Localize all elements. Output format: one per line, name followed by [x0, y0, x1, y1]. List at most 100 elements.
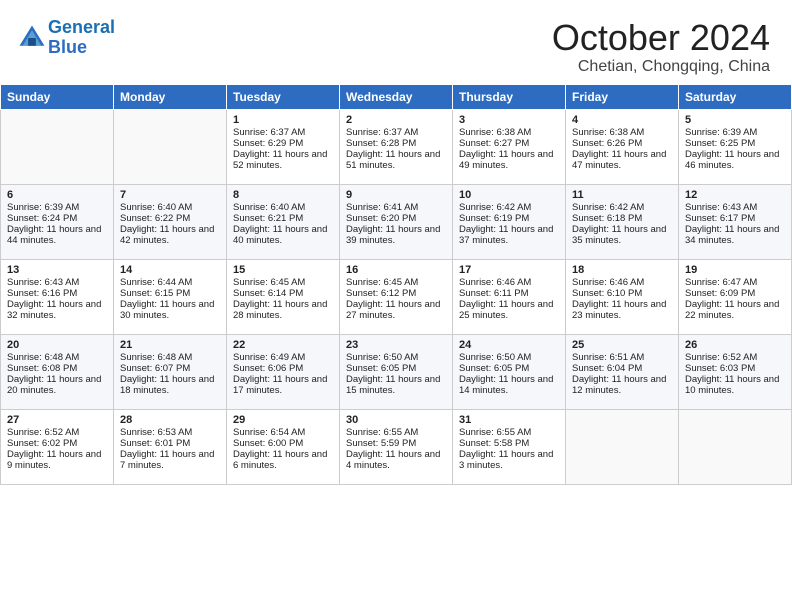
daylight-text: Daylight: 11 hours and 37 minutes.	[459, 224, 553, 246]
sunrise-text: Sunrise: 6:40 AM	[120, 202, 192, 213]
logo-text: General Blue	[48, 18, 115, 58]
sunrise-text: Sunrise: 6:38 AM	[459, 127, 531, 138]
day-number: 7	[120, 189, 220, 201]
day-number: 5	[685, 114, 785, 126]
day-number: 8	[233, 189, 333, 201]
location-title: Chetian, Chongqing, China	[552, 58, 770, 76]
table-row: 14 Sunrise: 6:44 AM Sunset: 6:15 PM Dayl…	[114, 259, 227, 334]
sunset-text: Sunset: 6:22 PM	[120, 213, 190, 224]
col-tuesday: Tuesday	[227, 84, 340, 109]
daylight-text: Daylight: 11 hours and 30 minutes.	[120, 299, 214, 321]
day-number: 28	[120, 414, 220, 426]
day-number: 16	[346, 264, 446, 276]
sunrise-text: Sunrise: 6:38 AM	[572, 127, 644, 138]
day-number: 2	[346, 114, 446, 126]
sunrise-text: Sunrise: 6:46 AM	[459, 277, 531, 288]
table-row	[1, 109, 114, 184]
daylight-text: Daylight: 11 hours and 14 minutes.	[459, 374, 553, 396]
day-number: 20	[7, 339, 107, 351]
table-row: 11 Sunrise: 6:42 AM Sunset: 6:18 PM Dayl…	[566, 184, 679, 259]
table-row: 24 Sunrise: 6:50 AM Sunset: 6:05 PM Dayl…	[453, 334, 566, 409]
daylight-text: Daylight: 11 hours and 23 minutes.	[572, 299, 666, 321]
sunrise-text: Sunrise: 6:55 AM	[459, 427, 531, 438]
daylight-text: Daylight: 11 hours and 15 minutes.	[346, 374, 440, 396]
sunset-text: Sunset: 6:17 PM	[685, 213, 755, 224]
calendar-week-row: 27 Sunrise: 6:52 AM Sunset: 6:02 PM Dayl…	[1, 409, 792, 484]
sunset-text: Sunset: 6:29 PM	[233, 138, 303, 149]
table-row: 29 Sunrise: 6:54 AM Sunset: 6:00 PM Dayl…	[227, 409, 340, 484]
header: General Blue October 2024 Chetian, Chong…	[0, 0, 792, 84]
calendar-week-row: 1 Sunrise: 6:37 AM Sunset: 6:29 PM Dayli…	[1, 109, 792, 184]
sunset-text: Sunset: 6:26 PM	[572, 138, 642, 149]
sunrise-text: Sunrise: 6:41 AM	[346, 202, 418, 213]
table-row: 23 Sunrise: 6:50 AM Sunset: 6:05 PM Dayl…	[340, 334, 453, 409]
daylight-text: Daylight: 11 hours and 46 minutes.	[685, 149, 779, 171]
sunset-text: Sunset: 6:18 PM	[572, 213, 642, 224]
sunset-text: Sunset: 6:27 PM	[459, 138, 529, 149]
sunrise-text: Sunrise: 6:49 AM	[233, 352, 305, 363]
sunrise-text: Sunrise: 6:45 AM	[233, 277, 305, 288]
table-row: 25 Sunrise: 6:51 AM Sunset: 6:04 PM Dayl…	[566, 334, 679, 409]
logo-line1: General	[48, 17, 115, 37]
table-row: 27 Sunrise: 6:52 AM Sunset: 6:02 PM Dayl…	[1, 409, 114, 484]
table-row: 7 Sunrise: 6:40 AM Sunset: 6:22 PM Dayli…	[114, 184, 227, 259]
sunset-text: Sunset: 6:19 PM	[459, 213, 529, 224]
sunset-text: Sunset: 6:08 PM	[7, 363, 77, 374]
daylight-text: Daylight: 11 hours and 10 minutes.	[685, 374, 779, 396]
sunset-text: Sunset: 6:00 PM	[233, 438, 303, 449]
col-wednesday: Wednesday	[340, 84, 453, 109]
sunset-text: Sunset: 6:10 PM	[572, 288, 642, 299]
table-row: 1 Sunrise: 6:37 AM Sunset: 6:29 PM Dayli…	[227, 109, 340, 184]
sunrise-text: Sunrise: 6:42 AM	[572, 202, 644, 213]
sunset-text: Sunset: 6:24 PM	[7, 213, 77, 224]
daylight-text: Daylight: 11 hours and 22 minutes.	[685, 299, 779, 321]
daylight-text: Daylight: 11 hours and 3 minutes.	[459, 449, 553, 471]
daylight-text: Daylight: 11 hours and 34 minutes.	[685, 224, 779, 246]
logo-line2: Blue	[48, 37, 87, 57]
daylight-text: Daylight: 11 hours and 9 minutes.	[7, 449, 101, 471]
day-number: 12	[685, 189, 785, 201]
daylight-text: Daylight: 11 hours and 17 minutes.	[233, 374, 327, 396]
table-row: 10 Sunrise: 6:42 AM Sunset: 6:19 PM Dayl…	[453, 184, 566, 259]
sunrise-text: Sunrise: 6:43 AM	[685, 202, 757, 213]
sunset-text: Sunset: 6:06 PM	[233, 363, 303, 374]
sunrise-text: Sunrise: 6:51 AM	[572, 352, 644, 363]
sunset-text: Sunset: 6:03 PM	[685, 363, 755, 374]
day-number: 6	[7, 189, 107, 201]
daylight-text: Daylight: 11 hours and 12 minutes.	[572, 374, 666, 396]
sunrise-text: Sunrise: 6:54 AM	[233, 427, 305, 438]
sunrise-text: Sunrise: 6:40 AM	[233, 202, 305, 213]
col-thursday: Thursday	[453, 84, 566, 109]
daylight-text: Daylight: 11 hours and 7 minutes.	[120, 449, 214, 471]
daylight-text: Daylight: 11 hours and 51 minutes.	[346, 149, 440, 171]
day-number: 4	[572, 114, 672, 126]
col-sunday: Sunday	[1, 84, 114, 109]
sunset-text: Sunset: 5:58 PM	[459, 438, 529, 449]
daylight-text: Daylight: 11 hours and 47 minutes.	[572, 149, 666, 171]
sunrise-text: Sunrise: 6:42 AM	[459, 202, 531, 213]
day-number: 24	[459, 339, 559, 351]
sunrise-text: Sunrise: 6:48 AM	[7, 352, 79, 363]
sunset-text: Sunset: 6:28 PM	[346, 138, 416, 149]
daylight-text: Daylight: 11 hours and 25 minutes.	[459, 299, 553, 321]
sunset-text: Sunset: 6:15 PM	[120, 288, 190, 299]
sunset-text: Sunset: 6:14 PM	[233, 288, 303, 299]
sunset-text: Sunset: 6:09 PM	[685, 288, 755, 299]
logo-icon	[18, 24, 46, 52]
sunrise-text: Sunrise: 6:37 AM	[346, 127, 418, 138]
table-row: 20 Sunrise: 6:48 AM Sunset: 6:08 PM Dayl…	[1, 334, 114, 409]
sunrise-text: Sunrise: 6:45 AM	[346, 277, 418, 288]
sunset-text: Sunset: 6:12 PM	[346, 288, 416, 299]
table-row: 19 Sunrise: 6:47 AM Sunset: 6:09 PM Dayl…	[679, 259, 792, 334]
table-row: 31 Sunrise: 6:55 AM Sunset: 5:58 PM Dayl…	[453, 409, 566, 484]
day-number: 1	[233, 114, 333, 126]
day-number: 14	[120, 264, 220, 276]
day-number: 22	[233, 339, 333, 351]
day-number: 30	[346, 414, 446, 426]
calendar-week-row: 6 Sunrise: 6:39 AM Sunset: 6:24 PM Dayli…	[1, 184, 792, 259]
table-row: 21 Sunrise: 6:48 AM Sunset: 6:07 PM Dayl…	[114, 334, 227, 409]
daylight-text: Daylight: 11 hours and 4 minutes.	[346, 449, 440, 471]
calendar-week-row: 13 Sunrise: 6:43 AM Sunset: 6:16 PM Dayl…	[1, 259, 792, 334]
daylight-text: Daylight: 11 hours and 52 minutes.	[233, 149, 327, 171]
sunset-text: Sunset: 6:01 PM	[120, 438, 190, 449]
